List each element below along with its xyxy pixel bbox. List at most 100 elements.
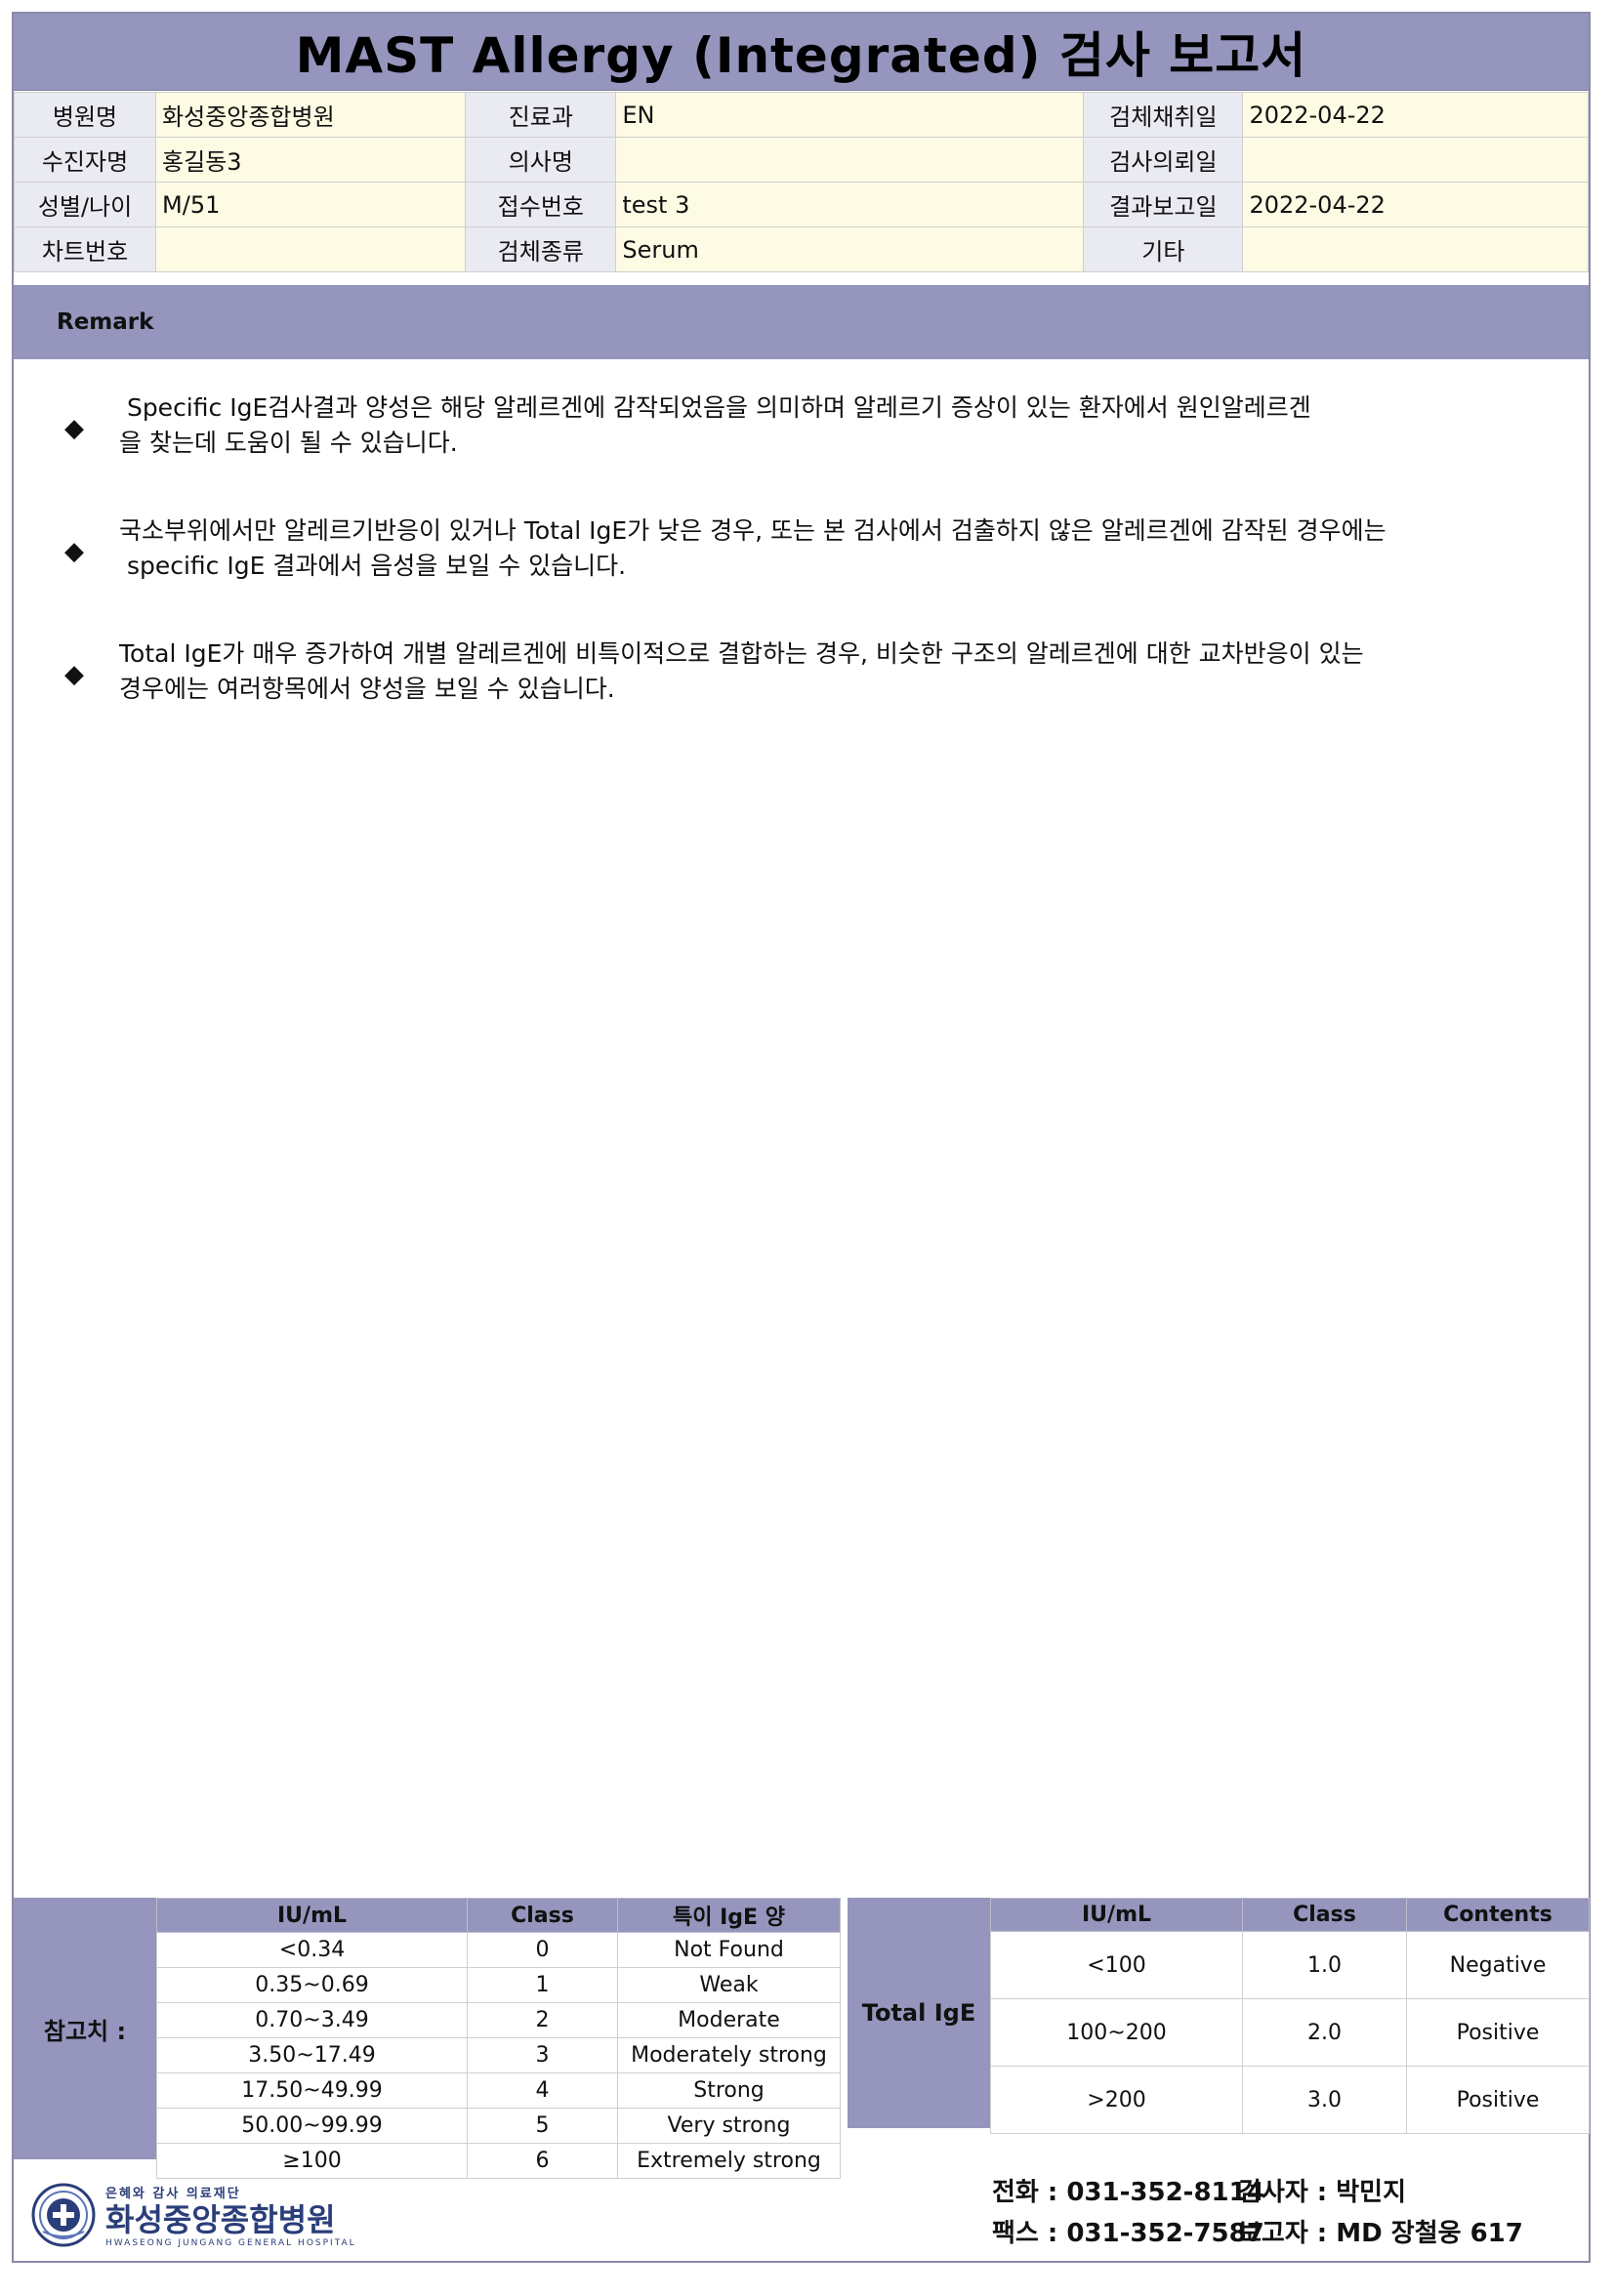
column-header: IU/mL	[990, 1898, 1243, 1932]
table-cell: 3.50~17.49	[156, 2037, 468, 2073]
info-label: 검체채취일	[1083, 92, 1244, 138]
info-label: 기타	[1083, 226, 1244, 272]
info-label: 성별/나이	[13, 182, 157, 227]
table-cell: 2	[467, 2002, 618, 2038]
table-row: 0.35~0.69 1 Weak	[156, 1967, 841, 2003]
table-cell: Moderately strong	[617, 2037, 841, 2073]
table-cell: ≥100	[156, 2143, 468, 2179]
info-label: 병원명	[13, 92, 157, 138]
remark-line: 국소부위에서만 알레르기반응이 있거나 Total IgE가 낮은 경우, 또는…	[119, 516, 1386, 545]
info-value: 2022-04-22	[1242, 182, 1589, 227]
info-label: 결과보고일	[1083, 182, 1244, 227]
table-cell: 2.0	[1242, 1998, 1407, 2067]
remark-line: 을 찾는데 도움이 될 수 있습니다.	[119, 429, 458, 457]
table-cell: 0.35~0.69	[156, 1967, 468, 2003]
diamond-bullet-icon: ◆	[64, 414, 84, 443]
hospital-logo: 은혜와 감사 의료재단 화성중앙종합병원 HWASEONG JUNGANG GE…	[31, 2179, 383, 2251]
table-cell: <0.34	[156, 1932, 468, 1968]
info-label: 수진자명	[13, 137, 157, 183]
reference-table: IU/mL Class 특이 IgE 양 <0.34 0 Not Found 0…	[156, 1898, 841, 2179]
table-cell: Weak	[617, 1967, 841, 2003]
info-label: 접수번호	[465, 182, 617, 227]
table-cell: 5	[467, 2108, 618, 2144]
table-cell: Strong	[617, 2072, 841, 2109]
info-label: 진료과	[465, 92, 617, 138]
info-row: 차트번호 검체종류 Serum 기타	[13, 226, 1589, 272]
info-value: EN	[615, 92, 1085, 138]
table-cell: 0.70~3.49	[156, 2002, 468, 2038]
info-value: M/51	[155, 182, 467, 227]
info-row: 성별/나이 M/51 접수번호 test 3 결과보고일 2022-04-22	[13, 182, 1589, 227]
info-row: 수진자명 홍길동3 의사명 검사의뢰일	[13, 137, 1589, 183]
column-header: IU/mL	[156, 1898, 468, 1933]
total-ige-header-row: IU/mL Class Contents	[990, 1898, 1590, 1932]
examiner-name: 검사자 : 박민지	[1238, 2177, 1407, 2207]
table-cell: <100	[990, 1931, 1243, 1999]
remark-line: Specific IgE검사결과 양성은 해당 알레르겐에 감작되었음을 의미하…	[119, 393, 1311, 422]
remark-line: specific IgE 결과에서 음성을 보일 수 있습니다.	[119, 552, 627, 580]
column-header: 특이 IgE 양	[617, 1898, 841, 1933]
table-row: >200 3.0 Positive	[990, 2066, 1590, 2134]
info-value	[615, 137, 1085, 183]
remark-text: Total IgE가 매우 증가하여 개별 알레르겐에 비특이적으로 결합하는 …	[119, 636, 1515, 707]
table-cell: Not Found	[617, 1932, 841, 1968]
table-row: <100 1.0 Negative	[990, 1931, 1590, 1999]
info-value: 2022-04-22	[1242, 92, 1589, 138]
report-title: MAST Allergy (Integrated) 검사 보고서	[295, 27, 1307, 84]
remark-item: ◆ Total IgE가 매우 증가하여 개별 알레르겐에 비특이적으로 결합하…	[14, 627, 1589, 750]
info-value	[155, 226, 467, 272]
total-ige-table: IU/mL Class Contents <100 1.0 Negative 1…	[990, 1898, 1590, 2134]
remark-item: ◆ Specific IgE검사결과 양성은 해당 알레르겐에 감작되었음을 의…	[14, 381, 1589, 504]
title-bar: MAST Allergy (Integrated) 검사 보고서	[14, 14, 1589, 91]
hospital-emblem-icon	[31, 2183, 96, 2247]
table-row: 3.50~17.49 3 Moderately strong	[156, 2037, 841, 2073]
remark-header: Remark	[14, 285, 1589, 359]
remark-text: 국소부위에서만 알레르기반응이 있거나 Total IgE가 낮은 경우, 또는…	[119, 513, 1515, 584]
info-row: 병원명 화성중앙종합병원 진료과 EN 검체채취일 2022-04-22	[13, 92, 1589, 138]
table-cell: 0	[467, 1932, 618, 1968]
diamond-bullet-icon: ◆	[64, 660, 84, 689]
remark-line: 경우에는 여러항목에서 양성을 보일 수 있습니다.	[119, 675, 615, 703]
table-cell: 6	[467, 2143, 618, 2179]
table-row: 0.70~3.49 2 Moderate	[156, 2002, 841, 2038]
table-cell: 3	[467, 2037, 618, 2073]
contact-row: 팩스 : 031-352-7587 보고자 : MD 장철웅 617	[992, 2210, 1578, 2251]
remark-line: Total IgE가 매우 증가하여 개별 알레르겐에 비특이적으로 결합하는 …	[119, 639, 1364, 668]
reference-label: 참고치 :	[14, 1898, 156, 2159]
remark-label: Remark	[57, 309, 154, 335]
column-header: Class	[467, 1898, 618, 1933]
table-row: ≥100 6 Extremely strong	[156, 2143, 841, 2179]
phone-number: 전화 : 031-352-8114	[992, 2177, 1264, 2207]
logo-foundation-text: 은혜와 감사 의료재단	[105, 2186, 241, 2201]
table-row: 100~200 2.0 Positive	[990, 1998, 1590, 2067]
info-value	[1242, 226, 1589, 272]
info-value: Serum	[615, 226, 1085, 272]
table-row: <0.34 0 Not Found	[156, 1932, 841, 1968]
table-cell: 1	[467, 1967, 618, 2003]
total-ige-label: Total IgE	[848, 1898, 990, 2128]
table-cell: >200	[990, 2066, 1243, 2134]
reference-header-row: IU/mL Class 특이 IgE 양	[156, 1898, 841, 1933]
table-cell: 4	[467, 2072, 618, 2109]
info-value: 홍길동3	[155, 137, 467, 183]
logo-text: 은혜와 감사 의료재단 화성중앙종합병원 HWASEONG JUNGANG GE…	[105, 2183, 356, 2248]
table-row: 17.50~49.99 4 Strong	[156, 2072, 841, 2109]
info-label: 검사의뢰일	[1083, 137, 1244, 183]
info-label: 검체종류	[465, 226, 617, 272]
remark-item: ◆ 국소부위에서만 알레르기반응이 있거나 Total IgE가 낮은 경우, …	[14, 504, 1589, 627]
logo-hospital-name: 화성중앙종합병원	[105, 2200, 336, 2238]
table-cell: 100~200	[990, 1998, 1243, 2067]
info-value: test 3	[615, 182, 1085, 227]
contact-row: 전화 : 031-352-8114 검사자 : 박민지	[992, 2169, 1578, 2210]
remark-text: Specific IgE검사결과 양성은 해당 알레르겐에 감작되었음을 의미하…	[119, 390, 1515, 461]
patient-info-table: 병원명 화성중앙종합병원 진료과 EN 검체채취일 2022-04-22 수진자…	[13, 92, 1589, 272]
table-cell: 3.0	[1242, 2066, 1407, 2134]
table-cell: 50.00~99.99	[156, 2108, 468, 2144]
reporter-name: 보고자 : MD 장철웅 617	[1238, 2218, 1523, 2248]
column-header: Contents	[1406, 1898, 1590, 1932]
table-cell: Positive	[1406, 2066, 1590, 2134]
logo-english-name: HWASEONG JUNGANG GENERAL HOSPITAL	[105, 2237, 356, 2248]
diamond-bullet-icon: ◆	[64, 537, 84, 566]
table-cell: Extremely strong	[617, 2143, 841, 2179]
table-cell: Negative	[1406, 1931, 1590, 1999]
